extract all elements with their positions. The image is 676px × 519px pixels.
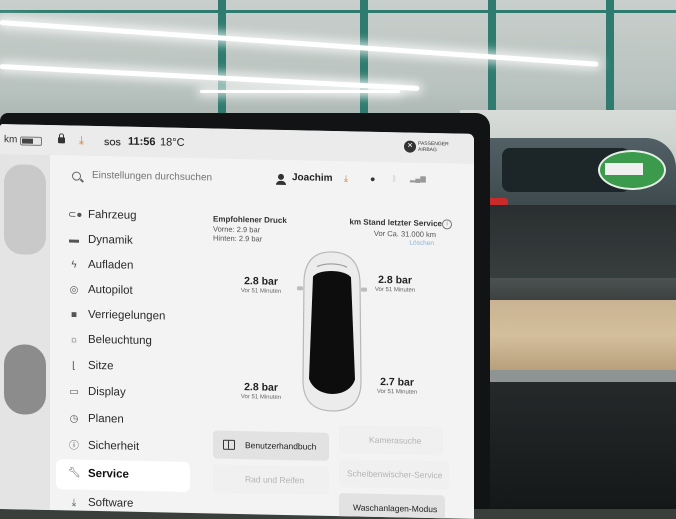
- download-icon[interactable]: ⤓: [79, 135, 84, 148]
- temperature: 18°C: [160, 136, 185, 149]
- info-circle-icon: ⓘ: [69, 440, 79, 452]
- car-preview-shape: [4, 344, 46, 415]
- reset-service-link[interactable]: Löschen: [409, 240, 434, 248]
- menu-item-label: Beleuchtung: [88, 333, 152, 348]
- seat-icon: ⌊: [72, 360, 76, 372]
- info-icon[interactable]: i: [442, 219, 452, 230]
- range-unit: km: [4, 134, 18, 146]
- tire-pressure-value: 2.8 bar: [244, 381, 278, 394]
- menu-item-label: Fahrzeug: [88, 208, 137, 222]
- service-mileage: Vor Ca. 31.000 km: [373, 228, 436, 240]
- button-label: Waschanlagen-Modus: [353, 502, 438, 515]
- tire-front-right: 2.8 bar Vor 51 Minuten: [365, 274, 425, 294]
- ceiling-light: [200, 90, 400, 93]
- tire-pressure-time: Vor 51 Minuten: [240, 288, 282, 295]
- menu-item-planen[interactable]: ◷ Planen: [56, 407, 190, 436]
- windshield-sticker-label: [605, 163, 643, 175]
- lock-icon: ■: [70, 309, 78, 321]
- menu-item-label: Autopilot: [88, 283, 133, 297]
- tire-pressure-value: 2.7 bar: [380, 375, 414, 389]
- menu-item-software[interactable]: ⤓ Software: [56, 491, 190, 519]
- menu-item-display[interactable]: ▭ Display: [56, 380, 190, 409]
- camera-search-button[interactable]: Kamerasuche: [339, 425, 443, 456]
- download-icon[interactable]: ⤓: [344, 173, 348, 184]
- ceiling-beam: [360, 0, 368, 120]
- menu-item-label: Sitze: [88, 359, 114, 373]
- car-icon: ▬: [69, 234, 79, 246]
- dashboard-top: [470, 205, 676, 285]
- button-label: Benutzerhandbuch: [245, 440, 317, 452]
- button-label: Rad und Reifen: [245, 474, 305, 486]
- tire-front-left: 2.8 bar Vor 51 Minuten: [231, 275, 291, 295]
- wheels-tires-button[interactable]: Rad und Reifen: [213, 464, 329, 495]
- tire-rear-left: 2.8 bar Vor 51 Minuten: [231, 381, 291, 401]
- bolt-icon: ϟ: [71, 259, 77, 271]
- airbag-indicator: ✕ PASSENGER AIRBAG: [404, 138, 449, 157]
- menu-item-label: Dynamik: [88, 233, 133, 247]
- tire-pressure-time: Vor 51 Minuten: [376, 388, 418, 396]
- tire-pressure-value: 2.8 bar: [244, 275, 278, 288]
- airbag-status: PASSENGER AIRBAG: [418, 140, 449, 154]
- alarm-clock-icon: ◷: [69, 413, 79, 425]
- menu-item-label: Sicherheit: [88, 439, 140, 453]
- menu-item-beleuchtung[interactable]: ☼ Beleuchtung: [56, 328, 190, 357]
- header-icons: ⤓ ● ᛒ ▂▄▆: [344, 173, 434, 189]
- button-label: Kamerasuche: [369, 434, 422, 446]
- search-icon: [72, 171, 81, 181]
- tire-pressure-value: 2.8 bar: [378, 273, 412, 287]
- wiper-service-button[interactable]: Scheibenwischer-Service: [339, 459, 449, 490]
- menu-item-service[interactable]: 🔧︎ Service: [56, 459, 190, 492]
- ceiling-beam: [218, 0, 226, 120]
- service-title: km Stand letzter Service: [349, 217, 442, 229]
- dashboard-trim: [470, 370, 676, 382]
- steering-wheel-icon: ◎: [69, 284, 79, 296]
- tire-rear-right: 2.7 bar Vor 51 Minuten: [367, 376, 427, 396]
- book-icon: [223, 439, 235, 450]
- dashboard-lower: [470, 382, 676, 509]
- menu-item-sitze[interactable]: ⌊ Sitze: [56, 354, 190, 383]
- menu-item-label: Software: [88, 496, 134, 510]
- wood-trim: [470, 300, 676, 370]
- button-label: Scheibenwischer-Service: [347, 468, 443, 481]
- car-top-view: [297, 251, 367, 412]
- recommended-pressure-title: Empfohlener Druck: [213, 214, 287, 226]
- car-preview-strip[interactable]: [0, 154, 50, 511]
- menu-item-label: Display: [88, 385, 126, 399]
- menu-item-label: Aufladen: [88, 258, 134, 272]
- settings-search[interactable]: [60, 165, 280, 192]
- recommended-rear: Hinten: 2.9 bar: [213, 233, 263, 244]
- lock-icon[interactable]: [58, 137, 65, 144]
- menu-item-label: Verriegelungen: [88, 308, 166, 323]
- tire-pressure-time: Vor 51 Minuten: [374, 286, 416, 294]
- tire-pressure-time: Vor 51 Minuten: [240, 394, 282, 401]
- search-input[interactable]: [90, 168, 274, 186]
- bell-icon[interactable]: ●: [370, 174, 375, 184]
- dashboard-panel: [470, 278, 676, 302]
- download-icon: ⤓: [71, 497, 77, 509]
- bluetooth-icon[interactable]: ᛒ: [392, 174, 397, 183]
- battery-icon: [20, 136, 42, 146]
- menu-item-label: Service: [88, 467, 129, 481]
- touchscreen: km ⤓ SOS 11:56 18°C ✕ PASSENGER AIRBAG J…: [0, 124, 474, 519]
- ceiling-beam: [0, 10, 676, 13]
- settings-menu: ⊂● Fahrzeug ▬ Dynamik ϟ Aufladen ◎ Autop…: [56, 203, 196, 510]
- toggle-icon: ⊂●: [68, 209, 83, 221]
- sun-icon: ☼: [69, 334, 79, 346]
- service-panel: Empfohlener Druck Vorne: 2.9 bar Hinten:…: [205, 208, 470, 519]
- manual-button[interactable]: Benutzerhandbuch: [213, 430, 329, 461]
- signal-icon: ▂▄▆: [410, 175, 426, 183]
- profile-name: Joachim: [292, 172, 333, 184]
- car-wash-mode-button[interactable]: Waschanlagen-Modus: [339, 493, 445, 519]
- wrench-icon: 🔧︎: [68, 467, 81, 479]
- menu-item-label: Planen: [88, 412, 124, 426]
- clock: 11:56: [128, 135, 156, 149]
- sos-label[interactable]: SOS: [104, 138, 121, 147]
- airbag-icon: ✕: [404, 140, 416, 153]
- car-preview-shape: [4, 164, 46, 255]
- display-icon: ▭: [69, 386, 79, 398]
- person-icon: [278, 173, 284, 180]
